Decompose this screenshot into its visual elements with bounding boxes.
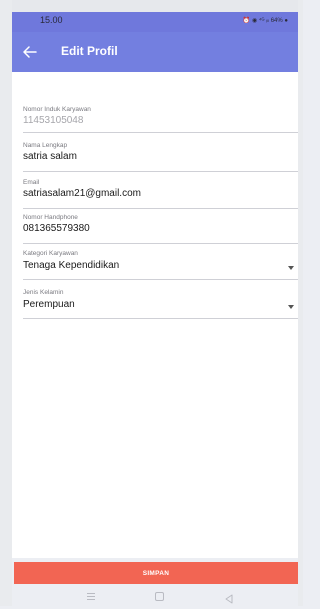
field-label: Nama Lengkap [23, 142, 68, 149]
status-bar: 15.00 ⏰ ◉ ⁴ᴳ ᵢₗₗ 64% ● [12, 12, 298, 32]
app-bar: Edit Profil [12, 32, 298, 72]
email-field[interactable]: Email satriasalam21@gmail.com [23, 179, 298, 209]
menu-icon[interactable] [87, 593, 95, 602]
employee-id-field: Nomor Induk Karyawan 11453105048 [23, 106, 298, 133]
field-label: Kategori Karyawan [23, 250, 78, 257]
page-title: Edit Profil [61, 44, 118, 58]
gender-select[interactable]: Jenis Kelamin Perempuan [23, 289, 298, 319]
back-icon[interactable] [225, 591, 233, 609]
arrow-left-icon[interactable] [20, 42, 40, 62]
background-right [298, 0, 303, 606]
field-label: Nomor Handphone [23, 214, 78, 221]
phone-value[interactable]: 081365579380 [23, 223, 90, 234]
status-time: 15.00 [40, 15, 63, 25]
background-left [0, 0, 12, 606]
field-label: Nomor Induk Karyawan [23, 106, 91, 113]
background-top [0, 0, 303, 12]
status-icons: ⏰ ◉ ⁴ᴳ ᵢₗₗ 64% ● [242, 18, 288, 24]
employee-id-value: 11453105048 [23, 115, 84, 126]
email-value[interactable]: satriasalam21@gmail.com [23, 188, 141, 199]
save-button[interactable]: SIMPAN [14, 562, 298, 584]
gender-value[interactable]: Perempuan [23, 299, 75, 310]
chevron-down-icon[interactable] [288, 305, 294, 309]
app-screen: 15.00 ⏰ ◉ ⁴ᴳ ᵢₗₗ 64% ● Edit Profil Nomor… [12, 12, 298, 558]
field-label: Email [23, 179, 40, 186]
full-name-field[interactable]: Nama Lengkap satria salam [23, 142, 298, 172]
full-name-value[interactable]: satria salam [23, 151, 77, 162]
home-icon[interactable] [155, 592, 164, 601]
phone-field[interactable]: Nomor Handphone 081365579380 [23, 214, 298, 244]
field-label: Jenis Kelamin [23, 289, 64, 296]
employee-category-value[interactable]: Tenaga Kependidikan [23, 260, 119, 271]
system-nav-bar [0, 588, 303, 606]
employee-category-select[interactable]: Kategori Karyawan Tenaga Kependidikan [23, 250, 298, 280]
chevron-down-icon[interactable] [288, 266, 294, 270]
